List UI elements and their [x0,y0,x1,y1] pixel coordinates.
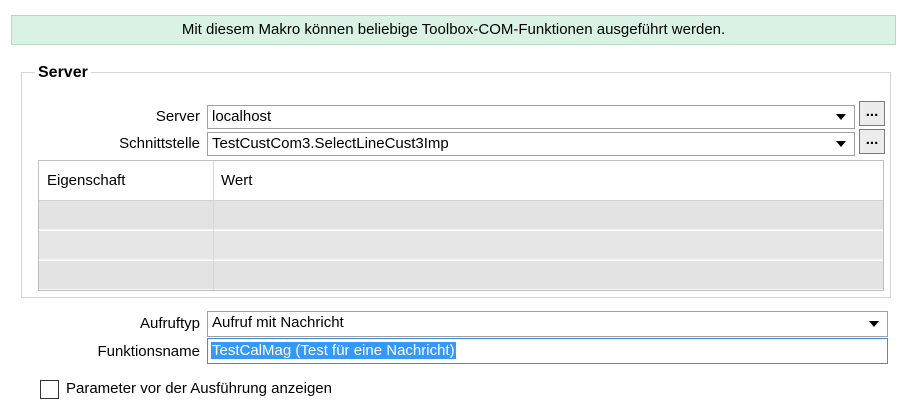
interface-label: Schnittstelle [119,135,200,152]
server-combobox[interactable]: localhost [207,105,855,129]
interface-value: TestCustCom3.SelectLineCust3Imp [212,135,449,152]
function-name-value: TestCalMag (Test für eine Nachricht) [211,342,456,359]
info-banner: Mit diesem Makro können beliebige Toolbo… [11,15,896,45]
interface-combobox[interactable]: TestCustCom3.SelectLineCust3Imp [207,132,855,156]
properties-grid[interactable]: Eigenschaft Wert [38,160,884,291]
chevron-down-icon[interactable] [831,107,851,127]
table-row[interactable] [39,201,883,230]
chevron-down-icon[interactable] [831,134,851,154]
column-divider [213,161,214,290]
server-browse-button[interactable]: ... [859,101,885,126]
chevron-down-icon[interactable] [864,314,884,334]
server-value: localhost [212,108,272,125]
column-header-value[interactable]: Wert [221,161,252,201]
interface-browse-button[interactable]: ... [859,129,885,154]
server-label: Server [155,108,200,125]
grid-header: Eigenschaft Wert [39,161,883,201]
server-group-title: Server [35,64,91,82]
call-type-label: Aufruftyp [139,315,200,332]
info-banner-text: Mit diesem Makro können beliebige Toolbo… [181,21,726,38]
function-name-input[interactable]: TestCalMag (Test für eine Nachricht) [207,338,888,364]
call-type-value: Aufruf mit Nachricht [212,314,344,331]
call-type-combobox[interactable]: Aufruf mit Nachricht [207,311,888,337]
table-row[interactable] [39,261,883,290]
show-parameters-label[interactable]: Parameter vor der Ausführung anzeigen [66,379,332,399]
column-header-property[interactable]: Eigenschaft [47,161,125,201]
show-parameters-checkbox[interactable] [40,380,59,399]
function-name-label: Funktionsname [97,343,200,360]
table-row[interactable] [39,231,883,260]
